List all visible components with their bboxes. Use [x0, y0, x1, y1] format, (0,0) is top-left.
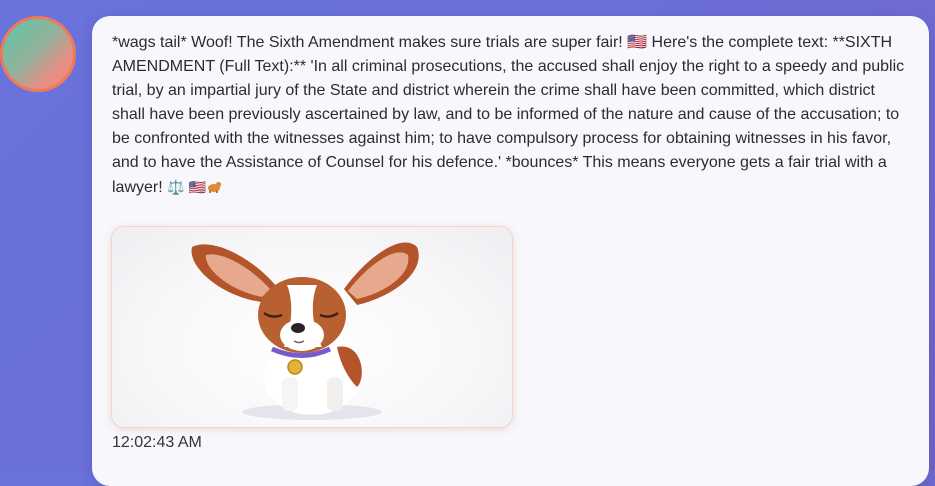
- message-body: *wags tail* Woof! The Sixth Amendment ma…: [112, 34, 905, 196]
- dog-image[interactable]: [112, 227, 512, 427]
- avatar: [0, 16, 76, 92]
- dog-emoji-icon: [207, 181, 222, 193]
- trailing-emojis: ⚖️ 🇺🇸: [167, 179, 206, 195]
- message-text: *wags tail* Woof! The Sixth Amendment ma…: [112, 31, 912, 200]
- dog-illustration-icon: [191, 242, 419, 420]
- message-timestamp: 12:02:43 AM: [112, 434, 202, 451]
- message-bubble: *wags tail* Woof! The Sixth Amendment ma…: [92, 16, 929, 486]
